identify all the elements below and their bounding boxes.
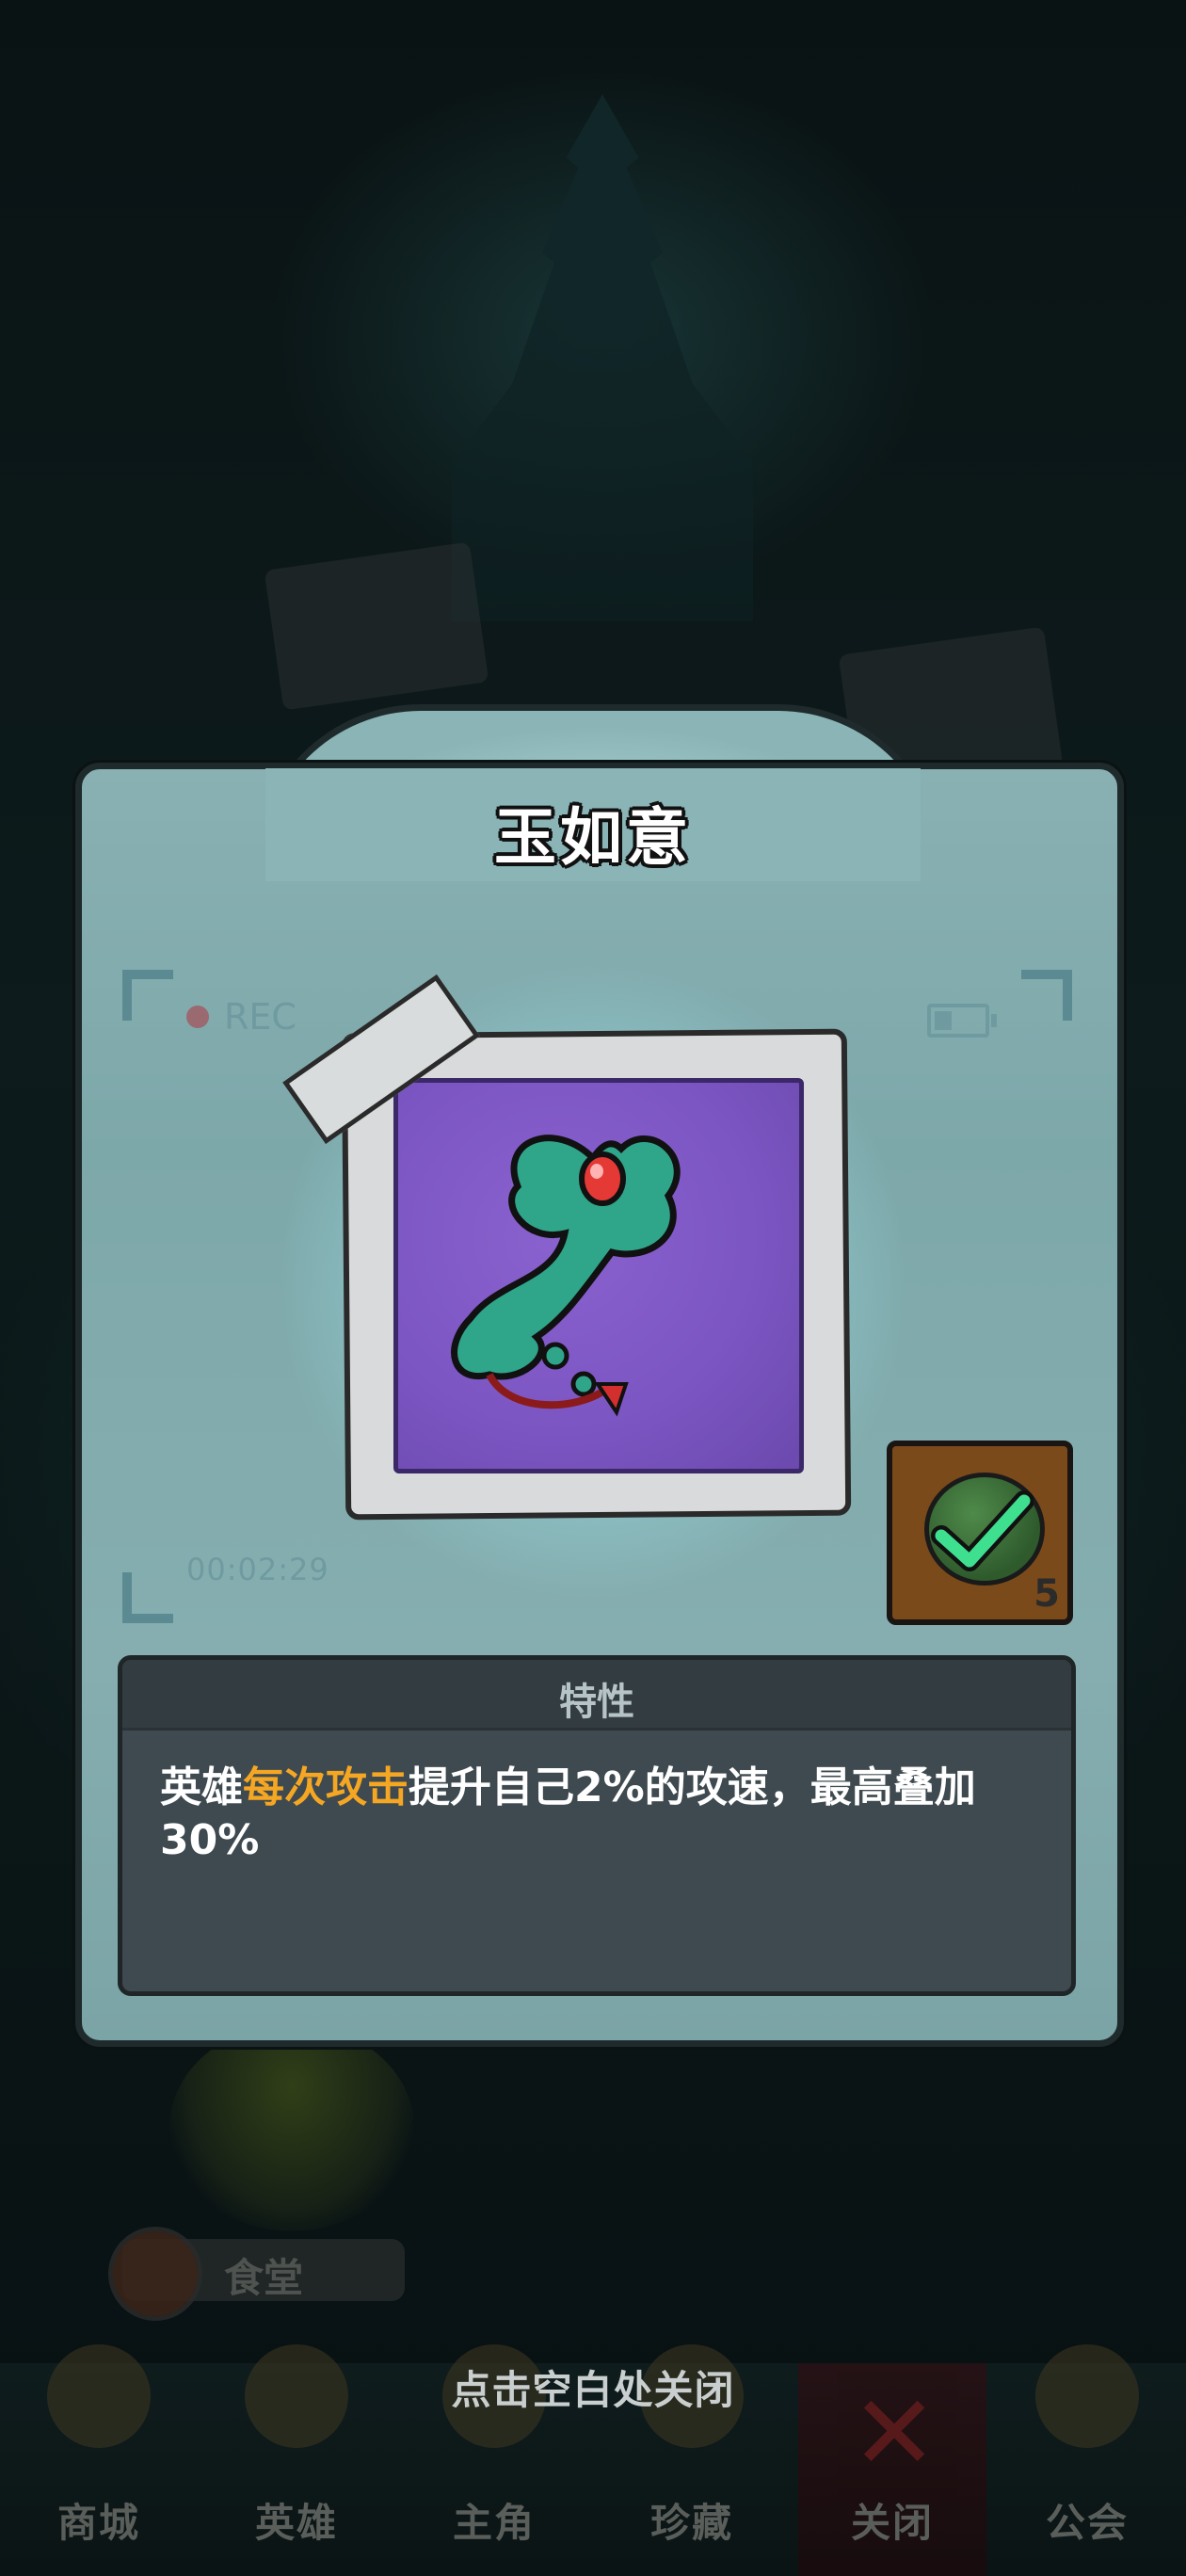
- traits-panel: 特性 英雄每次攻击提升自己2%的攻速，最高叠加30%: [118, 1655, 1076, 1996]
- jade-ruyi-icon: [451, 1135, 681, 1417]
- badge-count: 5: [1034, 1572, 1060, 1616]
- battery-icon: [927, 1004, 997, 1038]
- nav-label-guild: 公会: [1045, 2500, 1129, 2546]
- viewfinder-corner-tr: [1021, 970, 1072, 1021]
- traits-header: 特性: [122, 1660, 1071, 1731]
- desc-prefix: 英雄: [160, 1763, 243, 1811]
- nav-label-close: 关闭: [850, 2500, 934, 2546]
- item-title: 玉如意: [494, 801, 692, 874]
- nav-label-shop: 商城: [56, 2500, 140, 2546]
- traits-description: 英雄每次攻击提升自己2%的攻速，最高叠加30%: [160, 1762, 1045, 1867]
- owned-badge[interactable]: 5: [887, 1441, 1073, 1625]
- viewfinder-corner-bl: [122, 1572, 173, 1623]
- background-books-left: [264, 541, 489, 711]
- background-cauldron: [169, 2024, 414, 2231]
- drumstick-icon: [108, 2227, 202, 2321]
- traits-header-label: 特性: [559, 1681, 634, 1724]
- close-hint: 点击空白处关闭: [451, 2367, 735, 2413]
- nav-label-protagonist: 主角: [452, 2500, 536, 2546]
- desc-highlight: 每次攻击: [243, 1763, 409, 1811]
- viewfinder-corner-tl: [122, 970, 173, 1021]
- rec-dot-icon: [186, 1006, 209, 1028]
- nav-label-collection: 珍藏: [649, 2500, 733, 2546]
- timecode: 00:02:29: [186, 1552, 329, 1587]
- checkmark-icon: [931, 1490, 1034, 1571]
- nav-label-heroes: 英雄: [254, 2500, 338, 2546]
- rec-label: REC: [224, 996, 296, 1038]
